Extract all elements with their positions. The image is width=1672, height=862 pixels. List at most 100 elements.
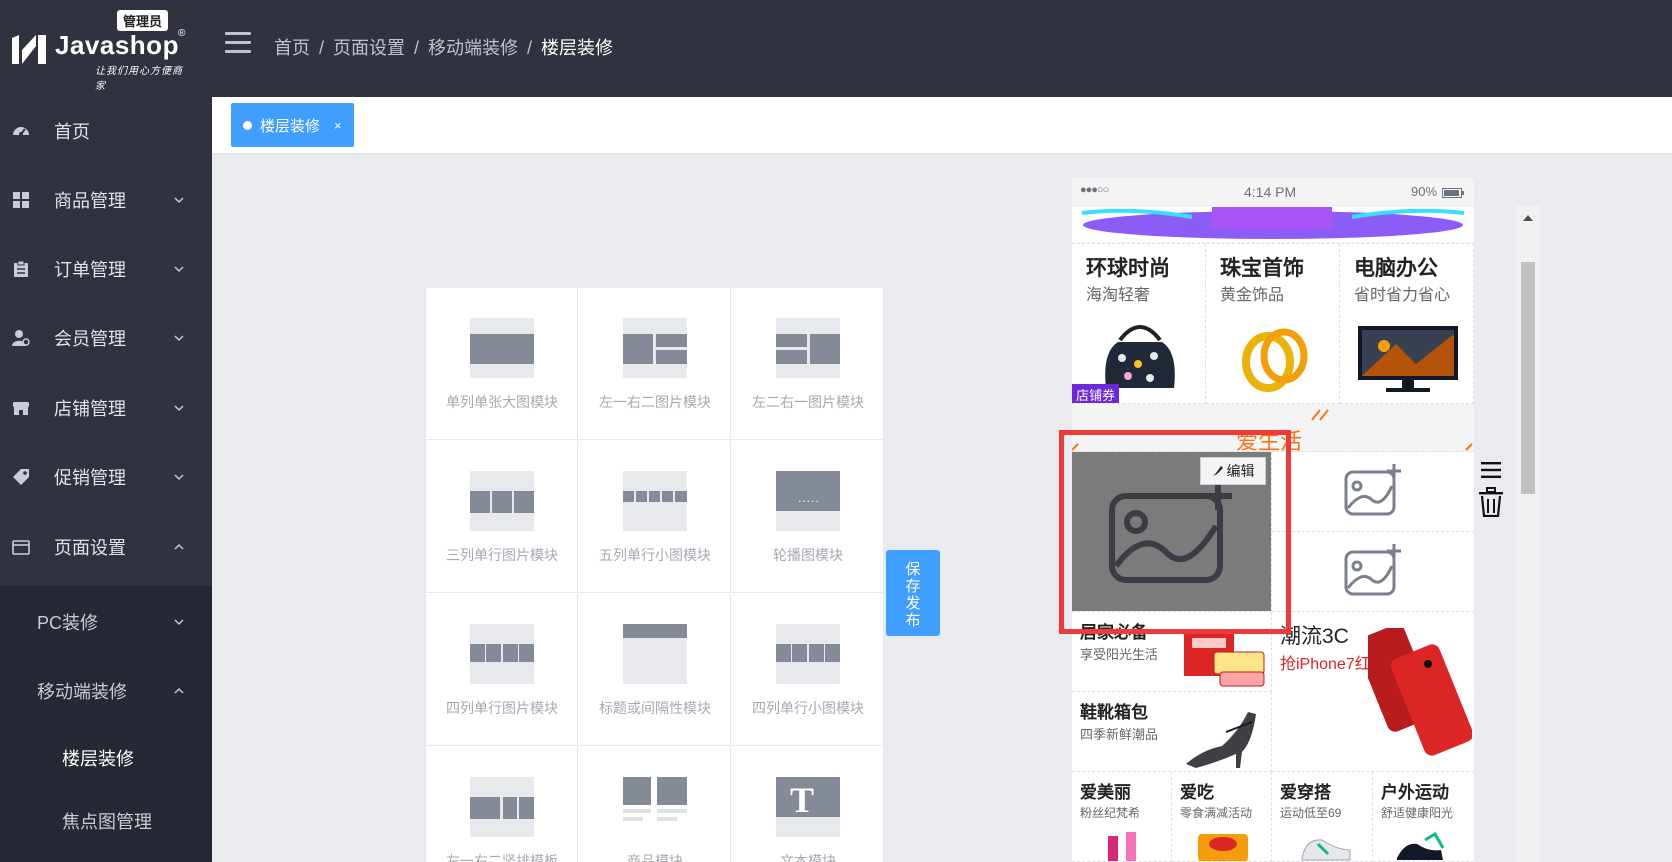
- chevron-up-icon: [174, 543, 184, 550]
- gift-set-image: [1184, 632, 1265, 687]
- module-preview: [623, 624, 687, 684]
- module-label: 轮播图模块: [773, 547, 843, 563]
- breadcrumb-page-settings[interactable]: 页面设置: [333, 38, 405, 58]
- tab-strip: 楼层装修 ×: [212, 97, 1672, 153]
- module-label: 三列单行图片模块: [446, 547, 558, 563]
- snack-pack-image: [1198, 834, 1248, 861]
- floor-right-top-slot[interactable]: [1272, 452, 1474, 532]
- signal-indicator: ●●●○○: [1080, 184, 1109, 196]
- phone-preview-scrollbar[interactable]: [1516, 206, 1540, 862]
- save-publish-button[interactable]: 保 存 发 布: [886, 550, 940, 636]
- category-tile-jewelry[interactable]: 珠宝首饰 黄金饰品: [1206, 244, 1340, 404]
- carousel-dots: .....: [798, 491, 820, 505]
- sidebar-item-promotions[interactable]: 促销管理: [0, 447, 212, 507]
- small-tile-snacks[interactable]: 爱吃 零食满减活动: [1172, 772, 1272, 862]
- tile-subtitle: 省时省力省心: [1354, 287, 1451, 304]
- module-left2-right1[interactable]: 左二右一图片模块: [732, 288, 884, 440]
- module-four-column-small[interactable]: 四列单行小图模块: [732, 594, 884, 746]
- add-image-icon: [1344, 544, 1401, 596]
- tile-title: 爱吃: [1180, 783, 1214, 802]
- shoes-bags-tile[interactable]: 鞋靴箱包 四季新鲜潮品: [1072, 692, 1272, 772]
- breadcrumb-mobile-decor[interactable]: 移动端装修: [428, 38, 518, 58]
- category-tile-computer[interactable]: 电脑办公 省时省力省心: [1340, 244, 1474, 404]
- tag-icon: [13, 469, 29, 485]
- breadcrumb-home[interactable]: 首页: [274, 38, 310, 58]
- chevron-down-icon: [174, 619, 184, 626]
- sidebar-leaf-label: 楼层装修: [62, 749, 134, 769]
- tile-title: 珠宝首饰: [1220, 257, 1304, 280]
- module-single-large-image[interactable]: 单列单张大图模块: [426, 288, 578, 440]
- sidebar-leaf-label: 焦点图管理: [62, 812, 152, 832]
- sidebar-subitem-mobile-decor[interactable]: 移动端装修: [0, 661, 212, 721]
- monitor-image: [1358, 326, 1458, 392]
- close-icon[interactable]: ×: [334, 118, 342, 133]
- red-iphone-image: [1368, 628, 1472, 756]
- text-module-icon: T: [790, 780, 815, 820]
- sidebar-subitem-pc-decor[interactable]: PC装修: [0, 592, 212, 652]
- module-preview: [470, 471, 534, 531]
- floor-right-bottom-slot[interactable]: [1272, 532, 1474, 612]
- gold-ring-image: [1242, 328, 1308, 392]
- scrollbar-thumb[interactable]: [1521, 262, 1535, 494]
- small-tile-outdoor[interactable]: 户外运动 舒适健康阳光: [1373, 772, 1474, 862]
- module-four-column[interactable]: 四列单行图片模块: [426, 594, 578, 746]
- banner-image[interactable]: [1072, 207, 1474, 244]
- module-title-spacer[interactable]: 标题或间隔性模块: [579, 594, 731, 746]
- small-tile-outfits[interactable]: 爱穿搭 运动低至69: [1272, 772, 1373, 862]
- sidebar-item-label: 订单管理: [54, 260, 126, 280]
- chevron-down-icon: [174, 197, 184, 204]
- module-preview: T: [776, 777, 840, 837]
- module-carousel[interactable]: ..... 轮播图模块: [732, 441, 884, 593]
- admin-badge: 管理员: [117, 10, 169, 31]
- module-text[interactable]: T 文本模块: [732, 747, 884, 862]
- sidebar-leaf-focus-images[interactable]: 焦点图管理: [0, 791, 212, 851]
- tile-title: 户外运动: [1381, 783, 1449, 802]
- scroll-up-arrow-icon[interactable]: [1523, 215, 1533, 221]
- chevron-up-icon: [174, 687, 184, 694]
- module-label: 五列单行小图模块: [599, 547, 711, 563]
- tile-subtitle: 黄金饰品: [1220, 287, 1285, 304]
- module-preview: [623, 318, 687, 378]
- sidebar-leaf-floor-decor[interactable]: 楼层装修: [0, 728, 212, 788]
- module-preview: [623, 471, 687, 531]
- high-heel-image: [1186, 712, 1256, 768]
- tile-subtitle: 抢iPhone7红: [1280, 656, 1371, 673]
- user-settings-icon: [12, 330, 30, 346]
- sidebar-item-page-settings[interactable]: 页面设置: [0, 517, 212, 577]
- module-preview: [470, 777, 534, 837]
- sidebar-item-home[interactable]: 首页: [0, 101, 212, 161]
- category-tile-fashion[interactable]: 环球时尚 海淘轻奢 店铺券: [1072, 244, 1206, 404]
- drag-handle-icon[interactable]: [1480, 461, 1502, 479]
- module-left1-right2-vertical[interactable]: 左一右二竖排模板: [426, 747, 578, 862]
- module-left1-right2[interactable]: 左一右二图片模块: [579, 288, 731, 440]
- module-preview: [776, 318, 840, 378]
- module-label: 商品模块: [627, 853, 683, 862]
- sidebar-item-goods[interactable]: 商品管理: [0, 170, 212, 230]
- chevron-down-icon: [174, 335, 184, 342]
- tile-title: 爱美丽: [1080, 783, 1131, 802]
- module-three-column[interactable]: 三列单行图片模块: [426, 441, 578, 593]
- module-label: 单列单张大图模块: [446, 394, 558, 410]
- trash-icon[interactable]: [1477, 487, 1505, 517]
- module-preview: .....: [776, 471, 840, 531]
- sidebar-item-members[interactable]: 会员管理: [0, 308, 212, 368]
- store-coupon-tag: 店铺券: [1072, 384, 1120, 403]
- tab-floor-decor[interactable]: 楼层装修 ×: [231, 103, 354, 147]
- purple-banner-graphic: [1072, 207, 1474, 243]
- sidebar-subitem-label: PC装修: [37, 613, 99, 633]
- sidebar-item-label: 促销管理: [54, 468, 126, 488]
- clipboard-icon: [14, 260, 28, 277]
- tile-subtitle: 四季新鲜潮品: [1080, 727, 1159, 742]
- active-dot-icon: [243, 120, 252, 130]
- small-tile-beauty[interactable]: 爱美丽 粉丝纪梵希: [1072, 772, 1172, 862]
- module-five-column-small[interactable]: 五列单行小图模块: [579, 441, 731, 593]
- sidebar-item-stores[interactable]: 店铺管理: [0, 378, 212, 438]
- module-goods[interactable]: 商品模块: [579, 747, 731, 862]
- phone-time: 4:14 PM: [1244, 184, 1297, 200]
- module-preview: [623, 777, 687, 837]
- javashop-logo[interactable]: 管理员 Javashop ® 让我们用心方便商家: [10, 8, 190, 92]
- running-shoe-image: [1397, 831, 1445, 860]
- hamburger-menu-icon[interactable]: [225, 32, 251, 54]
- sidebar-item-orders[interactable]: 订单管理: [0, 239, 212, 299]
- trend-3c-tile[interactable]: 潮流3C 抢iPhone7红: [1272, 612, 1474, 772]
